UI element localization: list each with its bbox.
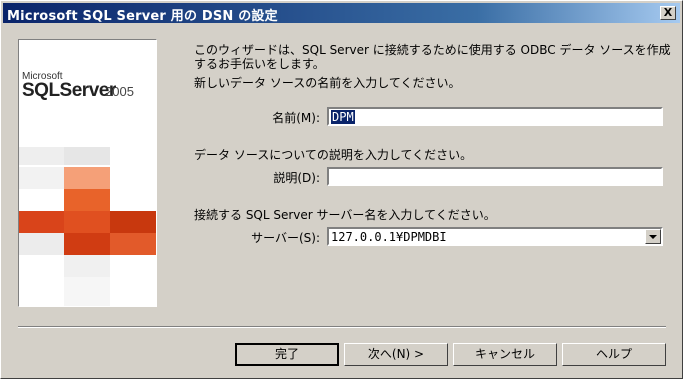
banner-tile	[110, 211, 156, 233]
server-combobox-value: 127.0.0.1¥DPMDBI	[331, 230, 447, 244]
banner-tile	[64, 167, 110, 189]
name-label: 名前(M):	[272, 111, 320, 125]
description-input[interactable]	[327, 167, 663, 186]
banner-tile	[19, 211, 64, 233]
product-logo-text: SQLServer	[22, 80, 116, 101]
help-button[interactable]: ヘルプ	[562, 343, 666, 366]
description-label: 説明(D):	[273, 171, 320, 185]
finish-button[interactable]: 完了	[235, 343, 339, 366]
banner-tile	[64, 277, 110, 306]
chevron-down-icon[interactable]	[645, 229, 661, 244]
banner-tile	[64, 255, 110, 277]
product-version: 2005	[105, 84, 134, 99]
title-bar[interactable]: Microsoft SQL Server 用の DSN の設定 X	[3, 3, 680, 24]
name-input-value: DPM	[331, 110, 355, 124]
banner-tile	[19, 147, 64, 165]
button-separator	[18, 326, 666, 328]
banner-tile	[19, 233, 64, 255]
banner-tile	[64, 147, 110, 165]
banner-tile	[64, 233, 110, 255]
server-label: サーバー(S):	[251, 231, 320, 245]
description-prompt: データ ソースについての説明を入力してください。	[194, 148, 473, 162]
name-input[interactable]: DPM	[327, 107, 663, 126]
sql-server-banner: Microsoft SQLServer 2005	[18, 39, 157, 307]
server-combobox[interactable]: 127.0.0.1¥DPMDBI	[327, 227, 663, 246]
intro-text-line2: するお手伝いをします。	[194, 57, 325, 71]
dsn-config-dialog: Microsoft SQL Server 用の DSN の設定 X Micros…	[0, 0, 683, 379]
banner-tile	[64, 189, 110, 211]
server-prompt: 接続する SQL Server サーバー名を入力してください。	[194, 208, 496, 222]
banner-tile	[64, 211, 110, 233]
window-title: Microsoft SQL Server 用の DSN の設定	[7, 9, 278, 24]
banner-tile	[110, 233, 156, 255]
cancel-button[interactable]: キャンセル	[453, 343, 557, 366]
close-icon: X	[663, 6, 673, 19]
close-button[interactable]: X	[660, 6, 676, 20]
name-prompt: 新しいデータ ソースの名前を入力してください。	[194, 76, 461, 90]
next-button[interactable]: 次へ(N) >	[344, 343, 448, 366]
banner-tile	[19, 167, 64, 189]
